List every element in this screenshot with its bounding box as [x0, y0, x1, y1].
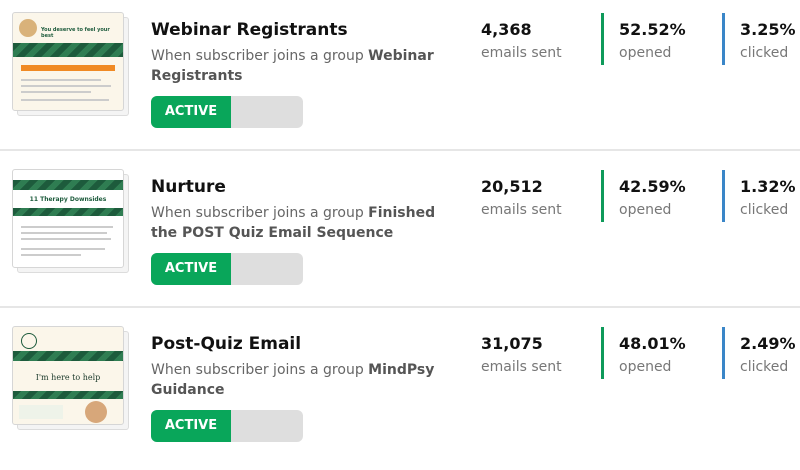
emails-sent-value: 4,368 — [481, 20, 532, 39]
row-divider — [0, 306, 800, 308]
emails-sent-stat: 20,512 emails sent — [481, 177, 562, 218]
text-line — [21, 238, 111, 240]
active-badge[interactable]: ACTIVE — [151, 96, 231, 128]
clicked-value: 2.49% — [740, 334, 796, 353]
automation-title[interactable]: Webinar Registrants — [151, 20, 348, 40]
trigger-text: When subscriber joins a group — [151, 362, 364, 378]
row-divider — [0, 149, 800, 151]
opened-indicator-bar — [601, 327, 604, 379]
thumbnail-preview: You deserve to feel your best — [12, 12, 124, 111]
text-line — [21, 79, 101, 81]
opened-label: opened — [619, 359, 672, 375]
clicked-stat: 3.25% clicked — [740, 20, 796, 61]
automation-row[interactable]: 11 Therapy Downsides Nurture When subscr… — [0, 157, 800, 313]
status-toggle[interactable]: ACTIVE — [151, 253, 303, 285]
email-thumbnail[interactable]: 11 Therapy Downsides — [12, 169, 132, 273]
active-badge[interactable]: ACTIVE — [151, 410, 231, 442]
logo-icon — [21, 333, 37, 349]
wave-banner — [13, 180, 123, 190]
text-line — [21, 226, 113, 228]
emails-sent-value: 31,075 — [481, 334, 543, 353]
text-line — [21, 85, 111, 87]
opened-value: 52.52% — [619, 20, 686, 39]
emails-sent-label: emails sent — [481, 359, 562, 375]
signature-box — [19, 405, 63, 419]
wave-banner — [13, 391, 123, 399]
clicked-stat: 1.32% clicked — [740, 177, 796, 218]
clicked-label: clicked — [740, 359, 789, 375]
thumbnail-preview: 11 Therapy Downsides — [12, 169, 124, 268]
automation-row[interactable]: I'm here to help Post-Quiz Email When su… — [0, 314, 800, 470]
avatar — [85, 401, 107, 423]
text-line — [21, 248, 105, 250]
thumbnail-preview: I'm here to help — [12, 326, 124, 425]
wave-banner — [13, 208, 123, 216]
automation-title[interactable]: Nurture — [151, 177, 226, 197]
thumb-headline: I'm here to help — [35, 373, 101, 382]
active-badge[interactable]: ACTIVE — [151, 253, 231, 285]
email-thumbnail[interactable]: You deserve to feel your best — [12, 12, 132, 116]
clicked-value: 1.32% — [740, 177, 796, 196]
automation-trigger: When subscriber joins a group MindPsy Gu… — [151, 360, 451, 400]
status-toggle[interactable]: ACTIVE — [151, 96, 303, 128]
emails-sent-value: 20,512 — [481, 177, 543, 196]
opened-stat: 42.59% opened — [619, 177, 686, 218]
trigger-text: When subscriber joins a group — [151, 48, 364, 64]
opened-value: 48.01% — [619, 334, 686, 353]
thumb-headline: You deserve to feel your best — [41, 27, 110, 39]
wave-banner — [13, 351, 123, 361]
opened-stat: 48.01% opened — [619, 334, 686, 375]
emails-sent-stat: 4,368 emails sent — [481, 20, 562, 61]
cta-strip — [21, 65, 115, 71]
clicked-stat: 2.49% clicked — [740, 334, 796, 375]
opened-stat: 52.52% opened — [619, 20, 686, 61]
opened-indicator-bar — [601, 170, 604, 222]
automation-trigger: When subscriber joins a group Finished t… — [151, 203, 451, 243]
status-toggle[interactable]: ACTIVE — [151, 410, 303, 442]
opened-label: opened — [619, 202, 672, 218]
avatar — [19, 19, 37, 37]
opened-value: 42.59% — [619, 177, 686, 196]
emails-sent-label: emails sent — [481, 45, 562, 61]
automation-row[interactable]: You deserve to feel your best Webinar Re… — [0, 0, 800, 156]
text-line — [21, 99, 109, 101]
thumb-headline: 11 Therapy Downsides — [29, 196, 107, 203]
trigger-text: When subscriber joins a group — [151, 205, 364, 221]
clicked-indicator-bar — [722, 170, 725, 222]
clicked-value: 3.25% — [740, 20, 796, 39]
opened-label: opened — [619, 45, 672, 61]
clicked-label: clicked — [740, 202, 789, 218]
emails-sent-stat: 31,075 emails sent — [481, 334, 562, 375]
automation-trigger: When subscriber joins a group Webinar Re… — [151, 46, 451, 86]
text-line — [21, 254, 81, 256]
opened-indicator-bar — [601, 13, 604, 65]
text-line — [21, 232, 107, 234]
email-thumbnail[interactable]: I'm here to help — [12, 326, 132, 430]
emails-sent-label: emails sent — [481, 202, 562, 218]
automation-title[interactable]: Post-Quiz Email — [151, 334, 301, 354]
clicked-label: clicked — [740, 45, 789, 61]
clicked-indicator-bar — [722, 327, 725, 379]
clicked-indicator-bar — [722, 13, 725, 65]
text-line — [21, 91, 91, 93]
wave-banner — [13, 43, 123, 57]
